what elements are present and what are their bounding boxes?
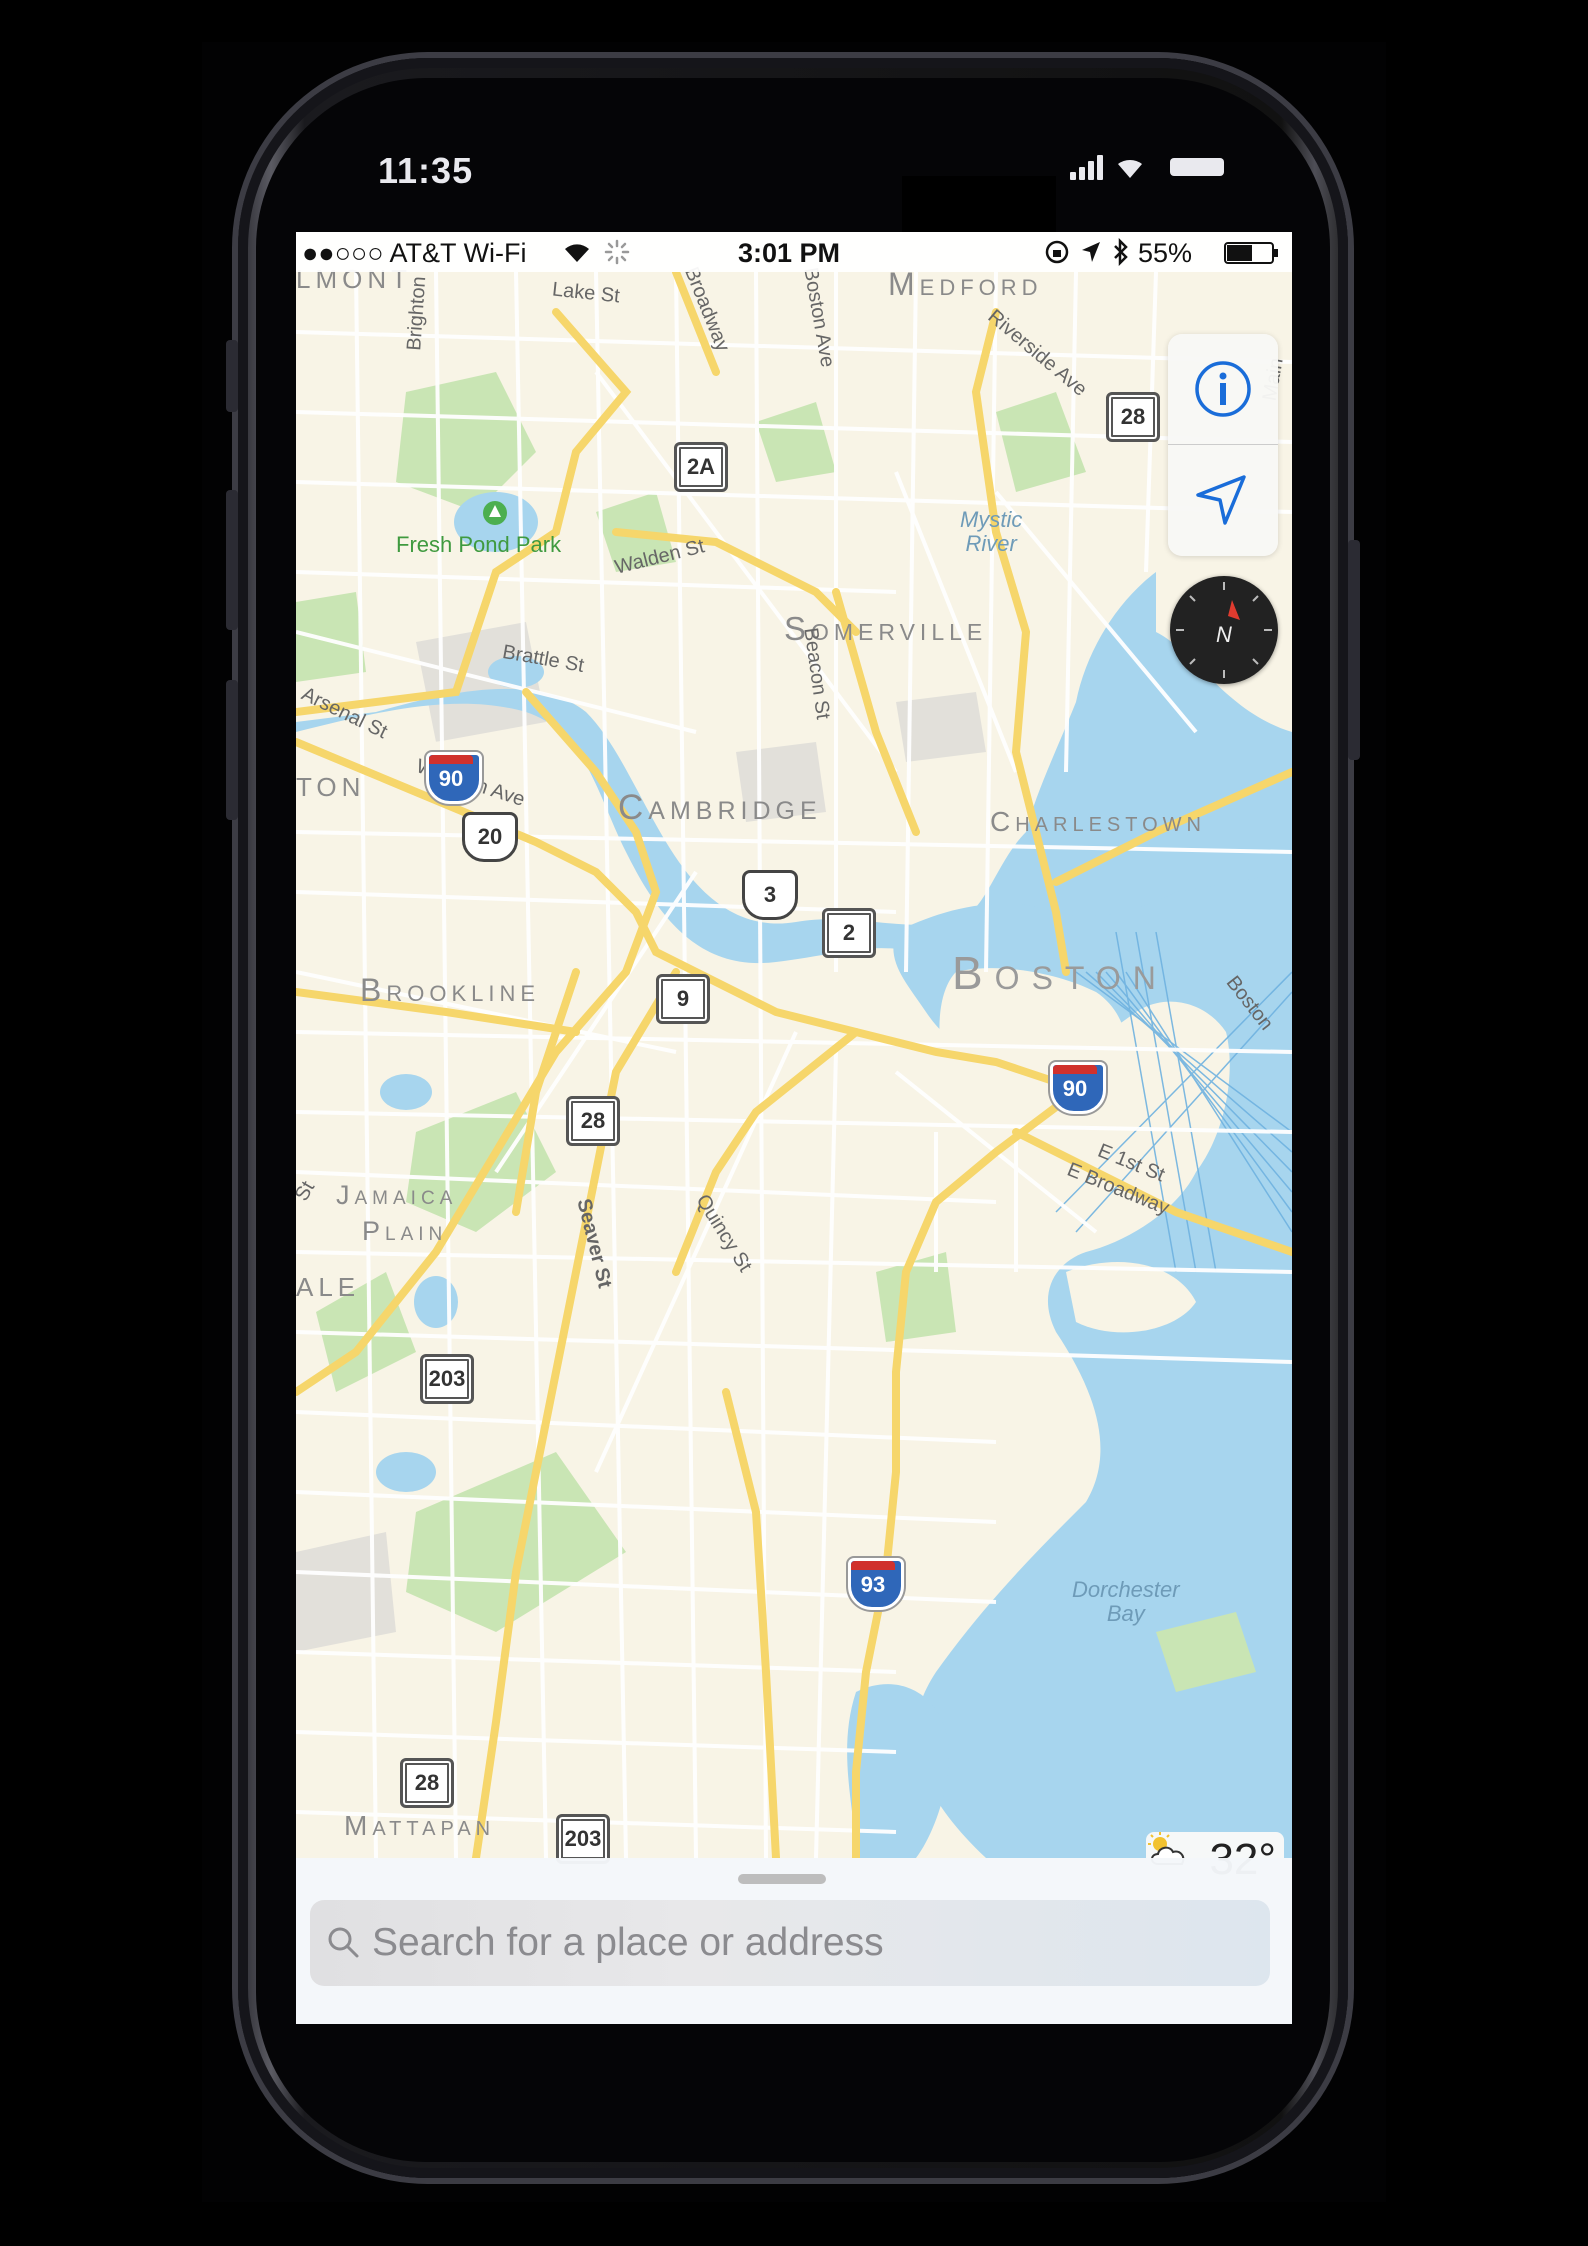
search-bar[interactable]: Search for a place or address: [310, 1900, 1270, 1986]
info-button[interactable]: [1168, 334, 1278, 444]
side-button-right: [1348, 540, 1360, 760]
city-label-mattapan: Mattapan: [344, 1810, 496, 1841]
route-shield: 28: [1106, 392, 1160, 442]
interstate-shield: 90: [1050, 1062, 1106, 1114]
route-shield: 203: [556, 1814, 610, 1864]
interstate-shield: 90: [426, 752, 482, 804]
maps-screen: Medford Somerville Cambridge Charlestown…: [296, 232, 1292, 2024]
redaction-bar: [902, 176, 1056, 234]
interstate-shield: 93: [848, 1558, 904, 1610]
compass-icon: N: [1176, 582, 1272, 678]
activity-spinner-icon: [604, 239, 630, 265]
water-label-dorchester-bay: Dorchester Bay: [1072, 1577, 1180, 1626]
location-services-icon: [1082, 242, 1100, 262]
partial-label-lower-left: ALE: [296, 1272, 361, 1302]
route-shield: 203: [420, 1354, 474, 1404]
location-arrow-icon: [1196, 475, 1246, 525]
city-label-plain: Plain: [362, 1216, 448, 1246]
city-label-boston: Boston: [952, 947, 1168, 999]
park-label-fresh-pond: Fresh Pond Park: [396, 532, 562, 557]
partial-label-left: TON: [296, 772, 366, 802]
battery-icon: [1170, 158, 1224, 176]
battery-percent-label: 55%: [1138, 238, 1193, 268]
route-shield: 2A: [674, 442, 728, 492]
water-label-mystic-river: Mystic River: [960, 507, 1023, 556]
compass-button[interactable]: N: [1170, 576, 1278, 684]
search-input[interactable]: Search for a place or address: [372, 1921, 884, 1965]
park-marker-icon: [483, 501, 507, 525]
bottom-sheet[interactable]: Search for a place or address: [296, 1858, 1292, 2024]
battery-icon: [1224, 242, 1278, 264]
city-label-cambridge: Cambridge: [618, 788, 822, 827]
outer-status-icons: [1070, 155, 1224, 180]
route-shield: 28: [400, 1758, 454, 1808]
signal-icon: [1070, 155, 1103, 180]
outer-clock: 11:35: [378, 150, 474, 191]
us-highway-shield: 20: [462, 812, 518, 862]
location-button[interactable]: [1168, 445, 1278, 555]
side-button-left-2: [226, 490, 238, 630]
map-controls: [1168, 334, 1278, 556]
rotation-lock-icon: [1045, 240, 1069, 264]
svg-text:N: N: [1216, 622, 1232, 647]
city-label-charlestown: Charlestown: [990, 806, 1206, 837]
map-view[interactable]: Medford Somerville Cambridge Charlestown…: [296, 264, 1292, 1888]
city-label-brookline: Brookline: [360, 972, 541, 1008]
bluetooth-icon: [1114, 238, 1128, 266]
info-icon: [1195, 361, 1251, 417]
status-bar: ●●○○○ AT&T Wi-Fi 3:01 PM 55%: [296, 232, 1292, 272]
wifi-icon: [1118, 160, 1142, 178]
sheet-grabber[interactable]: [738, 1874, 826, 1884]
carrier-label: ●●○○○ AT&T Wi-Fi: [302, 238, 527, 268]
route-shield: 9: [656, 974, 710, 1024]
route-shield: 2: [822, 908, 876, 958]
us-highway-shield: 3: [742, 870, 798, 920]
side-button-left-1: [226, 340, 238, 412]
clock-label: 3:01 PM: [738, 238, 841, 268]
search-icon: [328, 1927, 359, 1958]
city-label-jamaica: Jamaica: [336, 1180, 458, 1210]
route-shield: 28: [566, 1096, 620, 1146]
side-button-left-3: [226, 680, 238, 820]
wifi-icon: [565, 244, 589, 262]
